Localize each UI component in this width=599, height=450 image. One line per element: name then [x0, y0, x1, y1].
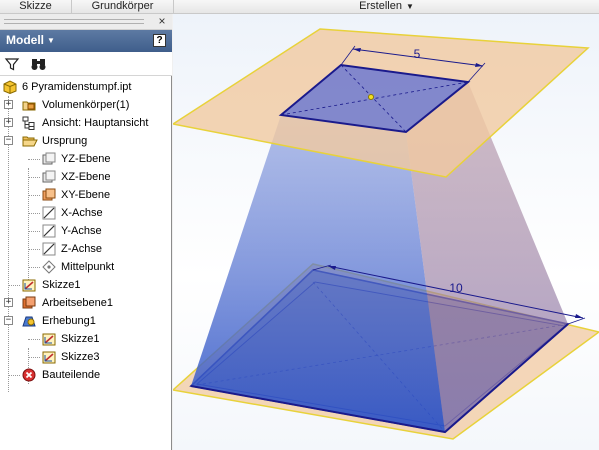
sketch-icon: [22, 278, 36, 292]
collapse-icon[interactable]: −: [4, 136, 13, 145]
tree-item-label: Y-Achse: [61, 225, 102, 237]
collapse-icon[interactable]: −: [4, 316, 13, 325]
tree-item-label: Skizze3: [61, 351, 100, 363]
ribbon-tab-strip: Skizze Grundkörper Erstellen ▼: [0, 0, 599, 14]
bottom-dimension-extension-right: [567, 317, 586, 325]
loft-icon: [22, 314, 36, 328]
tree-item-solid-bodies[interactable]: + Volumenkörper(1): [0, 96, 172, 114]
tree-guide: [8, 375, 20, 376]
top-dimension-value[interactable]: 5: [414, 47, 421, 61]
plane-icon: [42, 170, 56, 184]
tree-item-origin[interactable]: − Ursprung: [0, 132, 172, 150]
origin-folder-icon: [22, 134, 38, 148]
tree-guide: [28, 357, 40, 358]
tree-item-label: Z-Achse: [61, 243, 102, 255]
tree-item-sketch1[interactable]: Skizze1: [0, 276, 172, 294]
model-view-canvas: 5 10: [173, 28, 599, 440]
tree-item-x-axis[interactable]: X-Achse: [0, 204, 172, 222]
tree-item-center-point[interactable]: Mittelpunkt: [0, 258, 172, 276]
view-icon: [22, 116, 36, 130]
expand-icon[interactable]: +: [4, 100, 13, 109]
help-icon[interactable]: ?: [153, 34, 166, 47]
close-icon[interactable]: ×: [156, 14, 168, 30]
sketch-icon: [42, 350, 56, 364]
tree-guide: [28, 339, 40, 340]
panel-grip[interactable]: ×: [0, 14, 172, 30]
tree-item-label: Volumenkörper(1): [42, 99, 130, 111]
tree-item-label: X-Achse: [61, 207, 103, 219]
axis-icon: [42, 224, 56, 238]
tree-item-label: 6 Pyramidenstumpf.ipt: [22, 81, 132, 93]
bottom-dimension-arrow-right: [575, 314, 583, 318]
sketch-icon: [42, 332, 56, 346]
binoculars-icon[interactable]: [30, 56, 46, 72]
tree-guide: [8, 285, 20, 286]
panel-toolbar: [0, 52, 172, 76]
end-of-part-icon: [22, 368, 36, 382]
tree-item-label: Skizze1: [42, 279, 81, 291]
tree-item-label: Ursprung: [42, 135, 88, 147]
solid-bodies-folder-icon: [22, 98, 36, 112]
model-tree: 6 Pyramidenstumpf.ipt + Volumenkörper(1)…: [0, 76, 172, 450]
panel-title-dropdown[interactable]: Modell ▼: [6, 33, 55, 47]
tree-guide: [28, 195, 40, 196]
grip-lines: [4, 19, 144, 24]
part-icon: [3, 80, 17, 95]
tab-erstellen[interactable]: Erstellen ▼: [174, 0, 599, 14]
tree-item-label: Erhebung1: [42, 315, 96, 327]
tree-item-xy-plane[interactable]: XY-Ebene: [0, 186, 172, 204]
tree-guide: [28, 159, 40, 160]
tree-guide: [28, 249, 40, 250]
expand-icon[interactable]: +: [4, 118, 13, 127]
bottom-dimension-value[interactable]: 10: [449, 281, 463, 295]
tree-item-label: Mittelpunkt: [61, 261, 115, 273]
tree-item-loft1[interactable]: − Erhebung1: [0, 312, 172, 330]
top-center-point[interactable]: [368, 94, 374, 100]
tree-item-end-of-part[interactable]: Bauteilende: [0, 366, 172, 384]
panel-title: Modell: [6, 33, 44, 47]
plane-icon: [42, 152, 56, 166]
tree-item-loft-sketch1[interactable]: Skizze1: [0, 330, 172, 348]
tab-skizze[interactable]: Skizze: [0, 0, 72, 14]
tree-item-y-axis[interactable]: Y-Achse: [0, 222, 172, 240]
panel-header: Modell ▼ ?: [0, 30, 172, 52]
tree-item-work-plane1[interactable]: + Arbeitsebene1: [0, 294, 172, 312]
tree-item-label: Ansicht: Hauptansicht: [42, 117, 149, 129]
model-browser-panel: × Modell ▼ ? 6 Pyramidenstumpf.ipt + Vol…: [0, 14, 172, 450]
axis-icon: [42, 206, 56, 220]
expand-icon[interactable]: +: [4, 298, 13, 307]
chevron-down-icon: ▼: [47, 36, 55, 45]
tree-item-loft-sketch3[interactable]: Skizze3: [0, 348, 172, 366]
tree-item-label: Arbeitsebene1: [42, 297, 113, 309]
tree-item-label: Bauteilende: [42, 369, 101, 381]
tab-erstellen-label: Erstellen: [359, 0, 402, 12]
tree-guide: [28, 213, 40, 214]
tab-grundkoerper[interactable]: Grundkörper: [72, 0, 174, 14]
tree-guide: [28, 231, 40, 232]
tree-item-label: YZ-Ebene: [61, 153, 111, 165]
tree-item-part[interactable]: 6 Pyramidenstumpf.ipt: [0, 78, 172, 96]
tree-item-view[interactable]: + Ansicht: Hauptansicht: [0, 114, 172, 132]
filter-icon[interactable]: [4, 56, 20, 72]
plane-highlight-icon: [42, 188, 56, 202]
tree-item-xz-plane[interactable]: XZ-Ebene: [0, 168, 172, 186]
axis-icon: [42, 242, 56, 256]
tree-item-label: Skizze1: [61, 333, 100, 345]
tree-item-label: XY-Ebene: [61, 189, 111, 201]
tree-item-z-axis[interactable]: Z-Achse: [0, 240, 172, 258]
tree-item-yz-plane[interactable]: YZ-Ebene: [0, 150, 172, 168]
graphics-viewport[interactable]: 5 10: [173, 14, 599, 450]
chevron-down-icon: ▼: [405, 2, 414, 11]
tree-guide: [28, 177, 40, 178]
center-point-icon: [42, 260, 56, 274]
tree-guide: [28, 267, 40, 268]
work-plane-icon: [22, 296, 36, 310]
tree-item-label: XZ-Ebene: [61, 171, 111, 183]
